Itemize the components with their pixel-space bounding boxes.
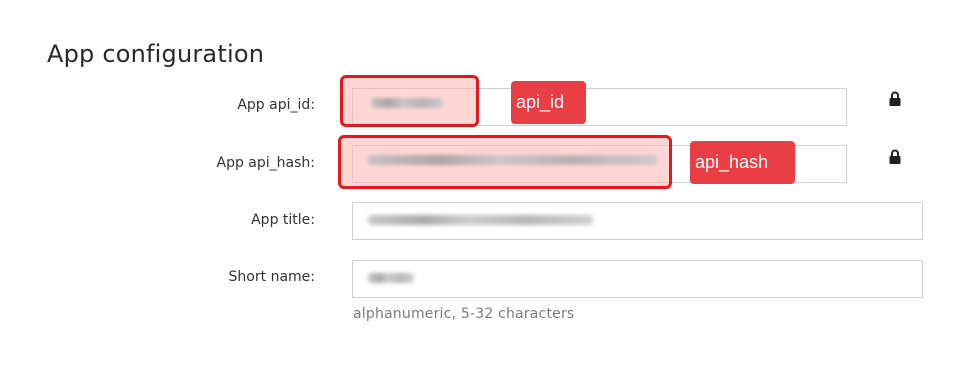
app-title-label: App title: — [251, 212, 315, 228]
short-name-blurred-value — [368, 273, 414, 283]
page-title: App configuration — [47, 40, 265, 68]
api-id-annotation: api_id — [511, 81, 586, 124]
lock-icon — [889, 91, 901, 106]
api-hash-label: App api_hash: — [216, 155, 316, 171]
short-name-hint: alphanumeric, 5-32 characters — [353, 306, 575, 322]
short-name-label: Short name: — [228, 269, 315, 285]
api-id-label: App api_id: — [237, 97, 315, 113]
api-hash-annotation: api_hash — [690, 141, 795, 184]
lock-icon — [889, 149, 901, 164]
app-title-blurred-value — [368, 215, 593, 225]
api-hash-blurred-value — [368, 155, 658, 165]
short-name-input[interactable] — [352, 260, 923, 298]
api-id-blurred-value — [371, 98, 443, 108]
